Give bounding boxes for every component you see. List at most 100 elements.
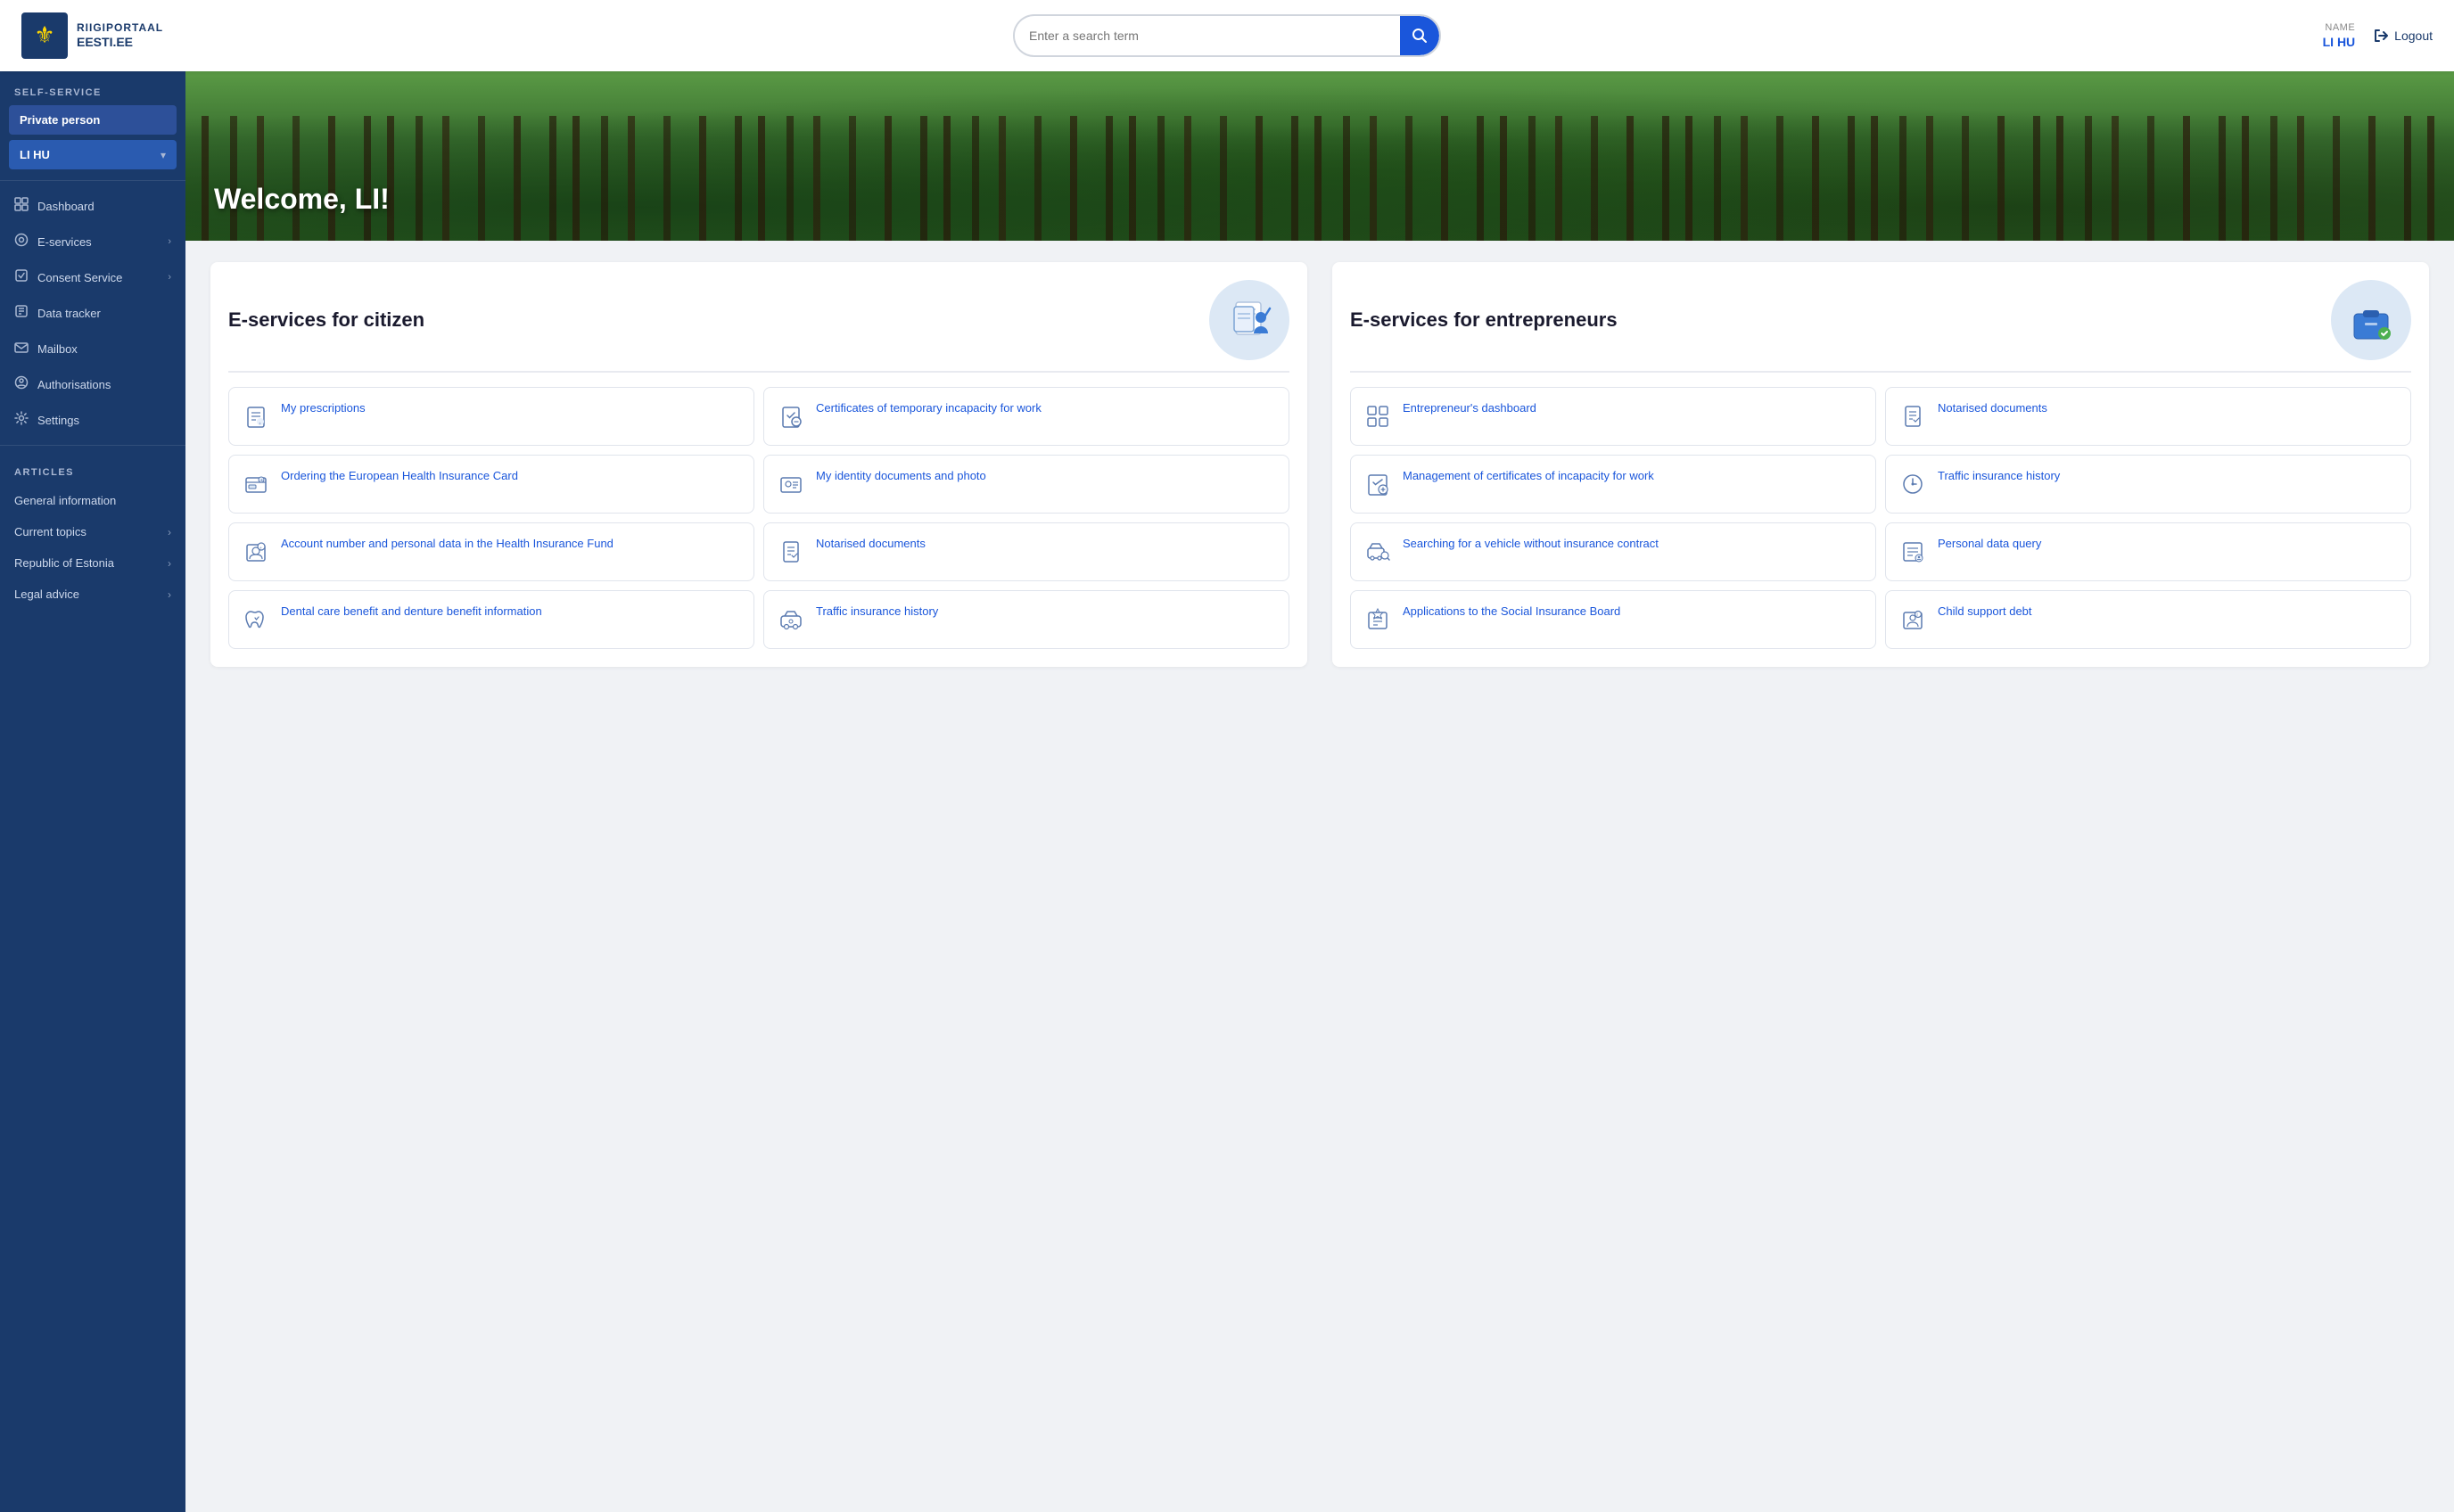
personal-data-label: Personal data query	[1938, 536, 2041, 552]
entrepreneur-card-traffic-hist[interactable]: Traffic insurance history	[1885, 455, 2411, 514]
citizen-panel-title: E-services for citizen	[228, 308, 424, 332]
logout-button[interactable]: Logout	[2373, 28, 2433, 44]
sidebar-item-data-tracker[interactable]: Data tracker	[0, 295, 185, 331]
search-area	[164, 14, 2290, 57]
citizen-card-traffic[interactable]: Traffic insurance history	[763, 590, 1289, 649]
sidebar-item-legal[interactable]: Legal advice ›	[0, 579, 185, 610]
hero-welcome: Welcome, LI!	[185, 183, 418, 241]
citizen-card-dental[interactable]: Dental care benefit and denture benefit …	[228, 590, 754, 649]
citizen-card-notarised[interactable]: Notarised documents	[763, 522, 1289, 581]
services-section: E-services for citizen	[185, 241, 2454, 688]
european-card-icon: +	[240, 468, 272, 500]
legal-label: Legal advice	[14, 588, 79, 601]
authorisations-icon	[14, 375, 29, 393]
notarised-ent-icon	[1897, 400, 1929, 432]
republic-arrow: ›	[168, 557, 171, 570]
entrepreneur-card-notarised[interactable]: Notarised documents	[1885, 387, 2411, 446]
account-health-icon: ₊	[240, 536, 272, 568]
citizen-panel-header: E-services for citizen	[228, 280, 1289, 373]
search-button[interactable]	[1400, 16, 1439, 55]
svg-text:⚜: ⚜	[34, 22, 54, 48]
self-service-label: SELF-SERVICE	[0, 71, 185, 105]
settings-label: Settings	[37, 414, 171, 427]
sidebar-item-mailbox[interactable]: Mailbox	[0, 331, 185, 366]
search-box	[1013, 14, 1441, 57]
entrepreneur-panel-title: E-services for entrepreneurs	[1350, 308, 1618, 332]
entrepreneur-dashboard-icon	[1362, 400, 1394, 432]
citizen-card-temp-incapacity[interactable]: Certificates of temporary incapacity for…	[763, 387, 1289, 446]
prescriptions-icon: ₊	[240, 400, 272, 432]
header: ⚜ RIIGIPORTAAL EESTI.EE NAME LI HU	[0, 0, 2454, 71]
mgmt-incapacity-icon	[1362, 468, 1394, 500]
main-content: Welcome, LI! E-services for citizen	[185, 71, 2454, 1512]
dashboard-icon	[14, 197, 29, 215]
entrepreneur-card-social[interactable]: Applications to the Social Insurance Boa…	[1350, 590, 1876, 649]
entrepreneur-card-mgmt-incapacity[interactable]: Management of certificates of incapacity…	[1350, 455, 1876, 514]
social-insurance-icon	[1362, 604, 1394, 636]
sidebar-item-consent[interactable]: Consent Service ›	[0, 259, 185, 295]
traffic-hist-label: Traffic insurance history	[1938, 468, 2060, 484]
citizen-card-european-card[interactable]: + Ordering the European Health Insurance…	[228, 455, 754, 514]
citizen-card-account-health[interactable]: ₊ Account number and personal data in th…	[228, 522, 754, 581]
traffic-hist-icon	[1897, 468, 1929, 500]
current-topics-arrow: ›	[168, 526, 171, 538]
prescriptions-label: My prescriptions	[281, 400, 366, 416]
sidebar-user-name: LI HU	[20, 148, 50, 161]
child-support-label: Child support debt	[1938, 604, 2032, 620]
mailbox-icon	[14, 340, 29, 357]
eservices-label: E-services	[37, 235, 159, 249]
logo-icon: ⚜	[21, 12, 68, 59]
settings-icon	[14, 411, 29, 429]
dental-icon	[240, 604, 272, 636]
entrepreneur-card-personal-data[interactable]: Personal data query	[1885, 522, 2411, 581]
svg-text:i: i	[1917, 612, 1918, 618]
social-insurance-label: Applications to the Social Insurance Boa…	[1403, 604, 1620, 620]
citizen-services-panel: E-services for citizen	[210, 262, 1307, 667]
traffic-citizen-label: Traffic insurance history	[816, 604, 938, 620]
sidebar-divider	[0, 180, 185, 181]
personal-data-icon	[1897, 536, 1929, 568]
sidebar-item-dashboard[interactable]: Dashboard	[0, 188, 185, 224]
sidebar-item-settings[interactable]: Settings	[0, 402, 185, 438]
entrepreneur-card-search-vehicle[interactable]: Searching for a vehicle without insuranc…	[1350, 522, 1876, 581]
entrepreneur-card-child-support[interactable]: i Child support debt	[1885, 590, 2411, 649]
consent-arrow-icon: ›	[168, 272, 171, 283]
hero-forest	[185, 71, 2454, 241]
svg-text:₊: ₊	[259, 420, 262, 426]
logout-icon	[2373, 28, 2389, 44]
entrepreneur-card-dashboard[interactable]: Entrepreneur's dashboard	[1350, 387, 1876, 446]
private-person-button[interactable]: Private person	[9, 105, 177, 135]
svg-text:₊: ₊	[259, 545, 263, 551]
chevron-down-icon: ▾	[161, 149, 166, 161]
logo-area: ⚜ RIIGIPORTAAL EESTI.EE	[21, 12, 164, 59]
search-input[interactable]	[1015, 20, 1400, 52]
sidebar-item-republic[interactable]: Republic of Estonia ›	[0, 547, 185, 579]
identity-icon	[775, 468, 807, 500]
notarised-citizen-icon	[775, 536, 807, 568]
sidebar-item-eservices[interactable]: E-services ›	[0, 224, 185, 259]
citizen-card-prescriptions[interactable]: ₊ My prescriptions	[228, 387, 754, 446]
notarised-ent-label: Notarised documents	[1938, 400, 2047, 416]
sidebar-item-current-topics[interactable]: Current topics ›	[0, 516, 185, 547]
portal-domain: EESTI.EE	[77, 35, 163, 50]
search-vehicle-icon	[1362, 536, 1394, 568]
entrepreneur-illustration	[2331, 280, 2411, 360]
consent-icon	[14, 268, 29, 286]
entrepreneur-cards-grid: Entrepreneur's dashboard Notarised docum…	[1350, 387, 2411, 649]
sidebar-user-row[interactable]: LI HU ▾	[9, 140, 177, 169]
user-label: NAME	[2323, 21, 2356, 34]
general-info-label: General information	[0, 485, 185, 516]
entrepreneur-dashboard-label: Entrepreneur's dashboard	[1403, 400, 1536, 416]
legal-arrow: ›	[168, 588, 171, 601]
hero: Welcome, LI!	[185, 71, 2454, 241]
citizen-card-identity[interactable]: My identity documents and photo	[763, 455, 1289, 514]
temp-incapacity-icon	[775, 400, 807, 432]
authorisations-label: Authorisations	[37, 378, 171, 391]
layout: SELF-SERVICE Private person LI HU ▾ Dash…	[0, 71, 2454, 1512]
notarised-citizen-label: Notarised documents	[816, 536, 926, 552]
sidebar-item-authorisations[interactable]: Authorisations	[0, 366, 185, 402]
svg-text:+: +	[260, 479, 264, 484]
user-name: LI HU	[2323, 34, 2356, 50]
child-support-icon: i	[1897, 604, 1929, 636]
dashboard-label: Dashboard	[37, 200, 171, 213]
